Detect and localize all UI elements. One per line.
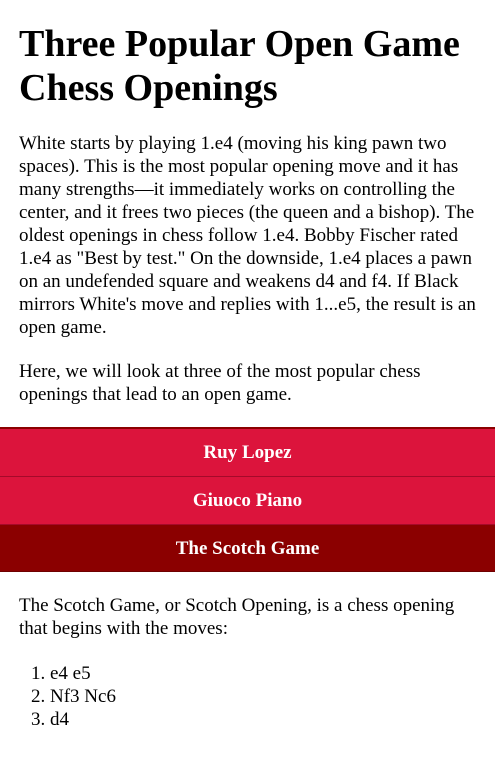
tab-panel: The Scotch Game, or Scotch Opening, is a… — [0, 572, 495, 731]
page-title: Three Popular Open Game Chess Openings — [19, 23, 460, 109]
article: Three Popular Open Game Chess Openings W… — [0, 22, 495, 406]
page: Three Popular Open Game Chess Openings W… — [0, 0, 495, 762]
moves-list: e4 e5 Nf3 Nc6 d4 — [19, 662, 476, 731]
list-item: e4 e5 — [50, 662, 476, 685]
tab-ruy-lopez[interactable]: Ruy Lopez — [0, 429, 495, 477]
opening-tabs: Ruy Lopez Giuoco Piano The Scotch Game — [0, 427, 495, 572]
intro-paragraph: White starts by playing 1.e4 (moving his… — [19, 133, 476, 338]
list-item: d4 — [50, 708, 476, 731]
list-item: Nf3 Nc6 — [50, 685, 476, 708]
panel-description: The Scotch Game, or Scotch Opening, is a… — [19, 595, 455, 639]
intro-paragraph-2: Here, we will look at three of the most … — [19, 361, 421, 405]
tab-scotch-game[interactable]: The Scotch Game — [0, 525, 495, 572]
tab-giuoco-piano[interactable]: Giuoco Piano — [0, 477, 495, 525]
